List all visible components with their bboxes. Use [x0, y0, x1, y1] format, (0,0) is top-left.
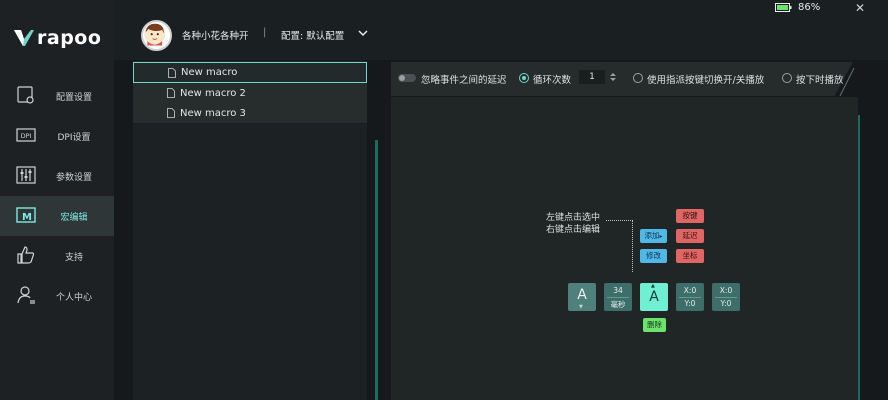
macro-list-item[interactable]: New macro 2 — [133, 83, 367, 104]
key-down-arrow-icon: ▼ — [579, 304, 583, 310]
macro-list-empty-area — [133, 124, 367, 400]
sidebar-item-label: 个人中心 — [55, 292, 92, 303]
hold-play-label: 按下时播放 — [796, 75, 844, 86]
sidebar-item-profile[interactable]: 个人中心 — [0, 276, 114, 316]
battery-percent: 86% — [798, 2, 821, 13]
macro-editor-canvas[interactable] — [391, 97, 858, 400]
hold-play-radio[interactable] — [782, 73, 792, 83]
user-icon — [17, 286, 35, 304]
add-label: 添加 — [644, 231, 660, 240]
svg-text:DPI: DPI — [21, 132, 32, 140]
avatar[interactable] — [141, 20, 172, 51]
config-settings-icon — [17, 86, 34, 104]
config-selector-label[interactable]: 配置: 默认配置 — [281, 28, 344, 42]
hint-connector — [606, 220, 633, 221]
header-separator: | — [263, 27, 267, 38]
delay-value: 34 — [613, 286, 623, 295]
file-icon — [168, 68, 176, 78]
hint-right-click: 右键点击编辑 — [546, 225, 601, 235]
sidebar: rapoo 配置设置 DPI DPI设置 参数设置 M 宏编辑 支持 个人中心 — [0, 0, 114, 400]
loop-label: 循环次数 — [533, 75, 572, 86]
macro-list-item[interactable]: New macro — [133, 62, 367, 83]
key-label: 按键 — [682, 211, 698, 220]
toggle-play-label: 使用指派按键切换开/关播放 — [647, 75, 765, 86]
add-button[interactable]: 添加▸ — [640, 229, 667, 243]
macro-name: New macro 2 — [180, 87, 246, 99]
sidebar-item-label: 参数设置 — [55, 172, 92, 183]
ignore-delay-toggle[interactable] — [398, 74, 416, 82]
loop-radio[interactable] — [519, 73, 529, 83]
editor-scrollbar[interactable] — [858, 115, 860, 400]
macro-event-coord[interactable]: X:0 Y:0 — [676, 283, 704, 311]
coord-x: X:0 — [719, 286, 733, 295]
sidebar-item-label: 支持 — [64, 252, 83, 263]
ignore-delay-label: 忽略事件之间的延迟 — [421, 75, 507, 86]
coord-x: X:0 — [683, 286, 697, 295]
battery-icon — [775, 3, 792, 12]
macro-event-coord[interactable]: X:0 Y:0 — [712, 283, 740, 311]
loop-count-input[interactable]: 1 — [579, 70, 605, 84]
chevron-down-icon[interactable] — [357, 28, 369, 38]
add-key-button[interactable]: 按键 — [676, 209, 704, 223]
edit-label: 修改 — [646, 251, 661, 260]
rapoo-v-icon — [14, 30, 34, 46]
delete-label: 删除 — [647, 320, 662, 329]
delete-button[interactable]: 删除 — [643, 318, 666, 332]
macro-icon: M — [16, 207, 36, 223]
macro-event-key-down[interactable]: A ▼ — [568, 283, 596, 311]
stepper-arrows-icon — [610, 73, 616, 81]
coord-y: Y:0 — [684, 299, 696, 308]
brand-name: rapoo — [37, 27, 102, 49]
dpi-icon: DPI — [16, 128, 36, 142]
block-divider — [715, 297, 737, 298]
key-up-arrow-icon: ▲ — [651, 283, 655, 289]
macro-event-key-up-selected[interactable]: ▲ A — [640, 283, 668, 311]
delay-label: 延迟 — [682, 231, 698, 240]
sidebar-item-dpi[interactable]: DPI DPI设置 — [0, 116, 114, 156]
file-icon — [167, 108, 175, 118]
block-divider — [679, 297, 701, 298]
svg-text:M: M — [22, 212, 32, 223]
macro-name: New macro — [181, 67, 238, 78]
key-char: A — [577, 287, 587, 303]
sidebar-item-config[interactable]: 配置设置 — [0, 76, 114, 116]
macro-list-item[interactable]: New macro 3 — [133, 103, 367, 124]
add-delay-button[interactable]: 延迟 — [676, 229, 704, 243]
sliders-icon — [16, 166, 36, 184]
coord-y: Y:0 — [720, 299, 732, 308]
sidebar-item-macro[interactable]: M 宏编辑 — [0, 196, 114, 236]
file-icon — [167, 88, 175, 98]
panel-divider — [375, 140, 378, 400]
close-icon[interactable]: ✕ — [855, 1, 869, 15]
rapoo-logo: rapoo — [13, 27, 101, 49]
sidebar-item-label: 配置设置 — [55, 92, 92, 103]
sidebar-item-params[interactable]: 参数设置 — [0, 156, 114, 196]
macro-event-delay[interactable]: 34 毫秒 — [604, 283, 632, 311]
delay-unit: 毫秒 — [610, 300, 626, 309]
profile-name[interactable]: 各种小花各种开 — [182, 28, 249, 42]
toggle-play-radio[interactable] — [633, 73, 643, 83]
sidebar-item-label: DPI设置 — [57, 132, 91, 143]
key-char: A — [649, 289, 659, 305]
macro-name: New macro 3 — [180, 107, 246, 119]
hint-connector-vertical — [632, 220, 633, 272]
add-coord-button[interactable]: 坐标 — [676, 249, 704, 263]
coord-label: 坐标 — [682, 251, 698, 260]
loop-count-stepper[interactable] — [609, 71, 617, 83]
block-divider — [607, 297, 629, 298]
edit-button[interactable]: 修改 — [640, 249, 667, 263]
avatar-image — [144, 23, 166, 46]
thumbs-up-icon — [17, 246, 35, 264]
sidebar-item-label: 宏编辑 — [60, 212, 88, 223]
sidebar-item-support[interactable]: 支持 — [0, 236, 114, 276]
